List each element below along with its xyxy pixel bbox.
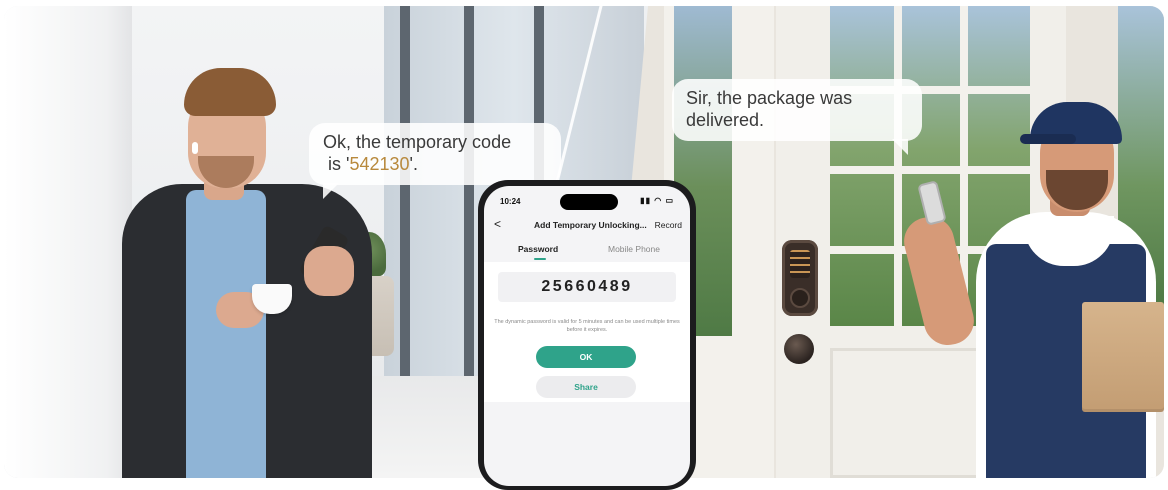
tab-mobile-phone[interactable]: Mobile Phone <box>608 244 660 254</box>
cap-brim <box>1020 134 1076 144</box>
bubble-line: is '542130'. <box>323 153 547 175</box>
man-shirt <box>186 190 266 478</box>
status-icons: ▮▮ ◠ ▭ <box>640 196 674 205</box>
bubble-line: Ok, the temporary code <box>323 132 512 152</box>
wall-pillar <box>4 6 132 478</box>
speech-bubble-right: Sir, the package was delivered. <box>672 79 922 155</box>
man-hair <box>184 68 276 116</box>
bubble-line: delivered. <box>686 110 765 130</box>
tab-password[interactable]: Password <box>518 244 558 254</box>
temporary-code: 542130 <box>349 154 410 174</box>
signal-icon: ▮▮ <box>640 196 651 205</box>
nav-bar: < Add Temporary Unlocking... Record <box>484 214 690 236</box>
record-link[interactable]: Record <box>655 220 682 230</box>
ok-button[interactable]: OK <box>536 346 636 368</box>
password-info: The dynamic password is valid for 5 minu… <box>494 319 680 333</box>
phone-mockup: 10:24 ▮▮ ◠ ▭ < Add Temporary Unlocking..… <box>478 180 696 490</box>
battery-icon: ▭ <box>665 196 674 205</box>
doorknob <box>784 334 814 364</box>
bubble-text: '. <box>409 154 418 174</box>
keypad-icon <box>790 250 810 278</box>
speech-bubble-left: Ok, the temporary code is '542130'. <box>309 123 561 199</box>
package-box <box>1082 302 1164 412</box>
status-bar: 10:24 ▮▮ ◠ ▭ <box>484 186 690 214</box>
window-mullion <box>400 6 410 406</box>
bubble-text: is ' <box>323 154 350 174</box>
status-time: 10:24 <box>500 197 521 206</box>
phone-screen: 10:24 ▮▮ ◠ ▭ < Add Temporary Unlocking..… <box>484 186 690 486</box>
tab-indicator <box>534 258 546 260</box>
window-mullion <box>464 6 474 406</box>
door-mullion <box>830 166 1030 174</box>
earbud <box>192 142 198 154</box>
man-hand <box>304 246 354 296</box>
back-icon[interactable]: < <box>494 217 501 231</box>
page-title: Add Temporary Unlocking... <box>534 220 647 230</box>
lock-knob <box>790 288 810 308</box>
wifi-icon: ◠ <box>654 196 663 205</box>
dynamic-island <box>560 194 618 210</box>
share-button[interactable]: Share <box>536 376 636 398</box>
dynamic-password: 25660489 <box>498 272 676 302</box>
bubble-line: Sir, the package was <box>686 88 853 108</box>
tab-bar: Password Mobile Phone <box>484 238 690 260</box>
